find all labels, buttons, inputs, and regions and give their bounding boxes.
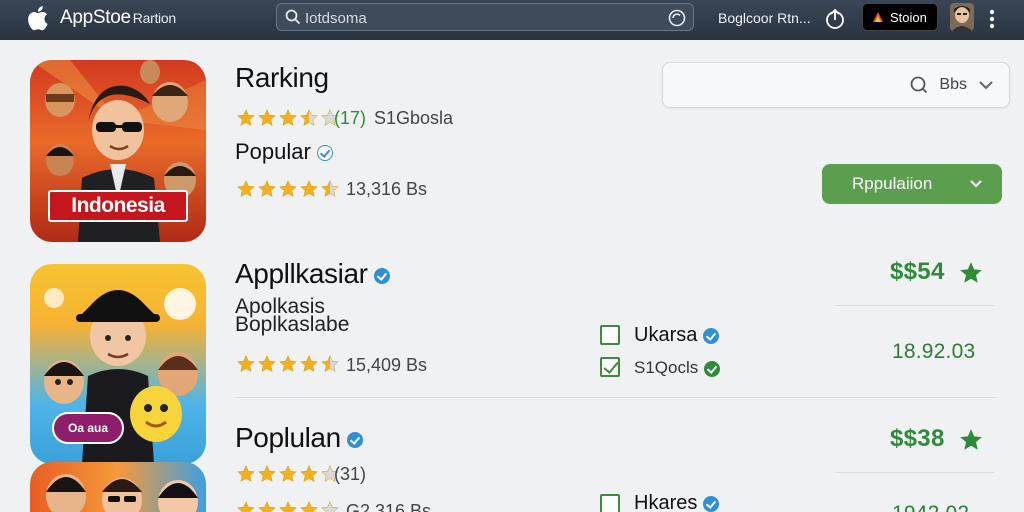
- sort-value: Bbs: [939, 76, 967, 93]
- option-label-ukarsa: Ukarsa: [634, 324, 720, 347]
- icon-speech-bubble: Oa aua: [52, 412, 124, 444]
- option-label-text: S1Qocls: [634, 358, 699, 377]
- verified-icon: [703, 495, 720, 512]
- user-avatar-icon: [950, 3, 974, 31]
- app-title-ranking[interactable]: Rarking: [235, 62, 329, 94]
- population-button[interactable]: Rppulaiion: [822, 164, 1002, 204]
- nav-link[interactable]: Boglcoor Rtn...: [718, 10, 811, 26]
- star-icon: [236, 500, 256, 512]
- avatar[interactable]: [950, 3, 974, 31]
- app-subtitle-line-2: Boplkaslabe: [235, 313, 350, 336]
- search-bar[interactable]: [276, 3, 694, 31]
- app-value: 1942.02: [892, 502, 969, 512]
- star-icon: [257, 500, 277, 512]
- rating-meta: G2.316 Bs: [346, 501, 432, 512]
- star-icon: [257, 464, 277, 489]
- star-icon: [236, 179, 256, 204]
- star-icon: [299, 179, 319, 204]
- star-icon[interactable]: [958, 427, 984, 453]
- chevron-down-icon: [970, 180, 982, 188]
- star-rating: [236, 464, 340, 489]
- rating-meta: S1Gbosla: [374, 108, 454, 128]
- star-icon: [320, 354, 340, 379]
- population-button-label: Rppulaiion: [852, 174, 933, 193]
- app-title-label: Appllkasiar: [235, 258, 368, 289]
- star-icon: [320, 500, 340, 512]
- app-value: 18.92.03: [892, 340, 976, 363]
- option-label-text: Ukarsa: [634, 324, 698, 346]
- icon-label-indonesia: Indonesia: [48, 190, 188, 222]
- category-popular[interactable]: Popular: [235, 139, 333, 165]
- app-subtitle: Apolkasis Boplkaslabe: [235, 296, 350, 336]
- app-icon-popular[interactable]: [30, 462, 206, 512]
- divider: [836, 472, 994, 473]
- app-icon-ranking[interactable]: Indonesia: [30, 60, 206, 242]
- star-icon: [299, 108, 319, 133]
- star-icon: [299, 354, 319, 379]
- rating-count: (31): [334, 464, 367, 484]
- store-button-label: Stoion: [890, 9, 927, 25]
- star-icon: [257, 179, 277, 204]
- star-icon[interactable]: [958, 260, 984, 286]
- store-button[interactable]: Stoion: [862, 3, 938, 31]
- star-rating-secondary: [236, 500, 340, 512]
- rating-meta: 15,409 Bs: [346, 355, 428, 375]
- star-rating: [236, 108, 340, 133]
- category-star-rating: [236, 179, 340, 204]
- app-title-label: Poplulan: [235, 422, 341, 453]
- category-meta: 13,316 Bs: [346, 179, 428, 199]
- search-icon: [910, 76, 928, 94]
- star-icon: [278, 179, 298, 204]
- chevron-down-icon: [979, 81, 993, 90]
- search-icon: [285, 9, 301, 25]
- star-icon: [278, 354, 298, 379]
- option-label-hkares: Hkares: [634, 492, 720, 512]
- verified-icon: [703, 327, 720, 344]
- apple-logo-icon[interactable]: [26, 4, 52, 32]
- search-input[interactable]: [305, 8, 635, 28]
- option-checkbox-s1qocls[interactable]: [600, 357, 620, 377]
- star-icon: [278, 108, 298, 133]
- app-icon-aplikasi[interactable]: Oa aua: [30, 264, 206, 464]
- divider: [836, 305, 994, 306]
- star-icon: [299, 500, 319, 512]
- cartoon-characters-icon: [46, 474, 198, 512]
- option-checkbox-hkares[interactable]: [600, 494, 620, 512]
- verified-icon: [346, 431, 363, 448]
- star-icon: [257, 108, 277, 133]
- star-icon: [278, 464, 298, 489]
- category-label: Popular: [235, 139, 311, 164]
- more-options-icon[interactable]: [986, 8, 998, 30]
- app-title-popular[interactable]: Poplulan: [235, 422, 363, 454]
- star-rating: [236, 354, 340, 379]
- star-icon: [278, 500, 298, 512]
- star-icon: [236, 354, 256, 379]
- refresh-icon[interactable]: [667, 8, 687, 28]
- star-icon: [236, 108, 256, 133]
- star-icon: [257, 354, 277, 379]
- top-bar: AppStoeRartion Boglcoor Rtn... Stoion: [0, 0, 1024, 40]
- star-icon: [320, 179, 340, 204]
- divider: [236, 397, 996, 398]
- option-checkbox-ukarsa[interactable]: [600, 325, 620, 345]
- option-label-s1qocls: S1Qocls: [634, 358, 721, 378]
- upload-icon[interactable]: [824, 8, 846, 30]
- verified-icon: [373, 267, 390, 284]
- verified-icon: [704, 360, 721, 377]
- star-icon: [299, 464, 319, 489]
- option-label-text: Hkares: [634, 492, 698, 512]
- rating-count: (17): [334, 108, 367, 128]
- store-logo-icon: [873, 12, 883, 22]
- app-title-aplikasi[interactable]: Appllkasiar: [235, 258, 390, 290]
- app-price[interactable]: $$54: [890, 258, 945, 286]
- verified-icon: [316, 145, 333, 162]
- brand-subtitle: Rartion: [132, 10, 176, 26]
- sort-dropdown[interactable]: Bbs: [662, 62, 1010, 108]
- star-icon: [236, 464, 256, 489]
- brand-title: AppStoe: [60, 7, 131, 28]
- brand-name: AppStoe Rartion: [60, 7, 176, 29]
- app-price[interactable]: $$38: [890, 425, 945, 453]
